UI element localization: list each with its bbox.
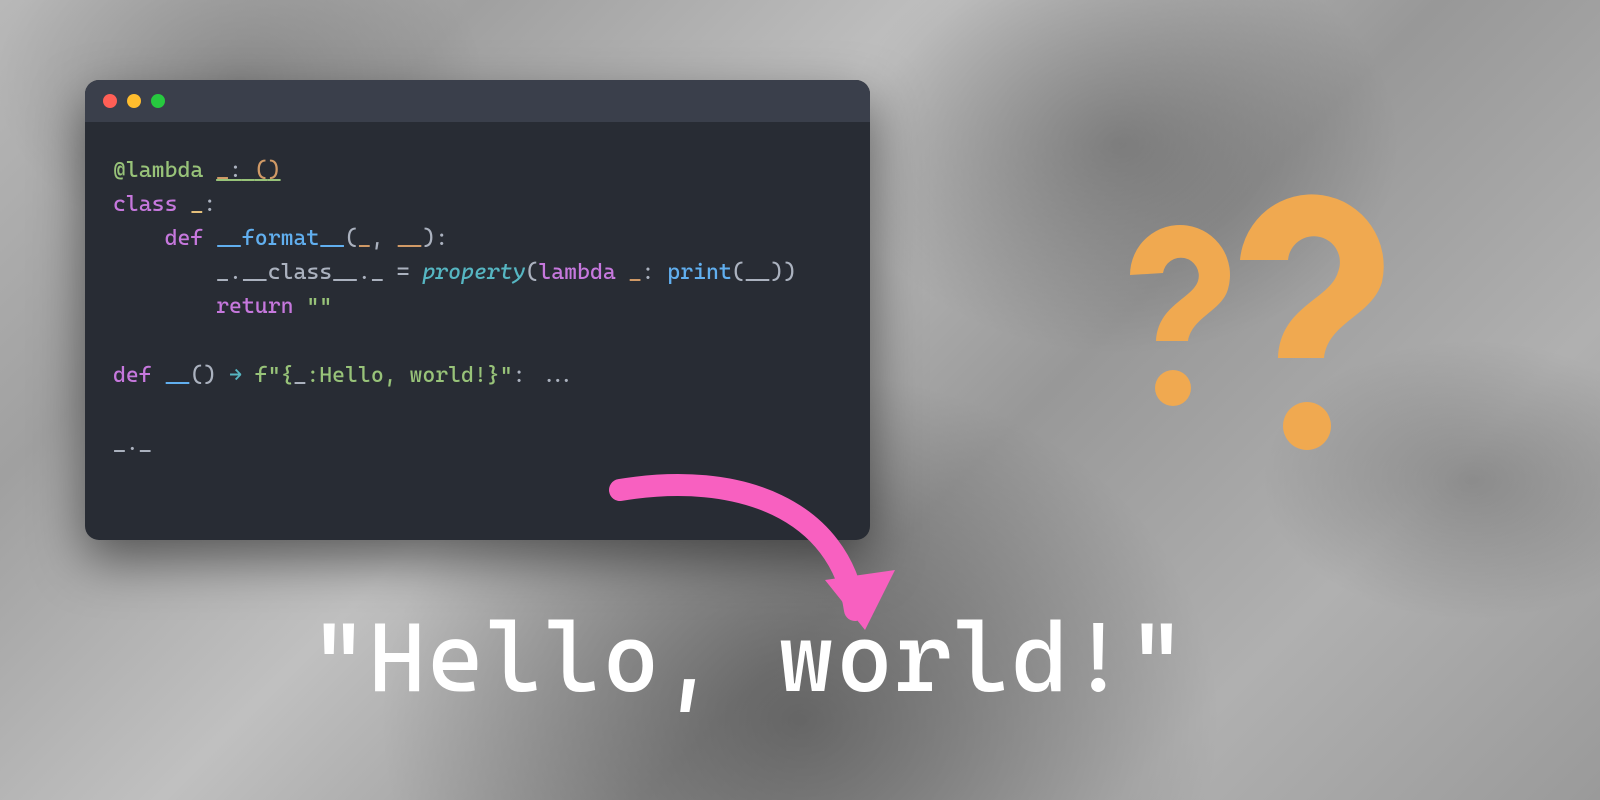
code-body: @lambda _: () class _: def __format__(_,… [85,122,870,481]
tok-print: print [667,260,731,285]
close-icon[interactable] [103,94,117,108]
tok-empty-string: "" [306,294,332,319]
tok-final: _._ [113,431,152,456]
minimize-icon[interactable] [127,94,141,108]
tok-lparen: ( [255,158,268,183]
tok-def: def [113,363,152,388]
tok-class: class [113,192,177,217]
tok-ellipsis: ... [538,363,577,388]
tok-arrow: → [229,363,242,388]
tok-f: f [255,363,268,388]
tok-underscore [242,158,255,183]
tok-def: def [165,226,204,251]
tok-classname: _ [190,192,203,217]
tok-rparen: ) [268,158,281,183]
tok-underscore: _ [216,158,229,183]
zoom-icon[interactable] [151,94,165,108]
tok-fstr-spec: :Hello, world! [306,363,486,388]
tok-format: __format__ [216,226,345,251]
tok-fn-name: __ [165,363,191,388]
titlebar [85,80,870,122]
tok-return: return [216,294,293,319]
output-text: "Hello, world!" [310,600,1186,714]
question-marks-icon [1075,180,1435,460]
tok-colon: : [229,158,242,183]
tok-lambda: lambda [126,158,203,183]
tok-property: property [422,260,525,285]
tok-at: @ [113,158,126,183]
